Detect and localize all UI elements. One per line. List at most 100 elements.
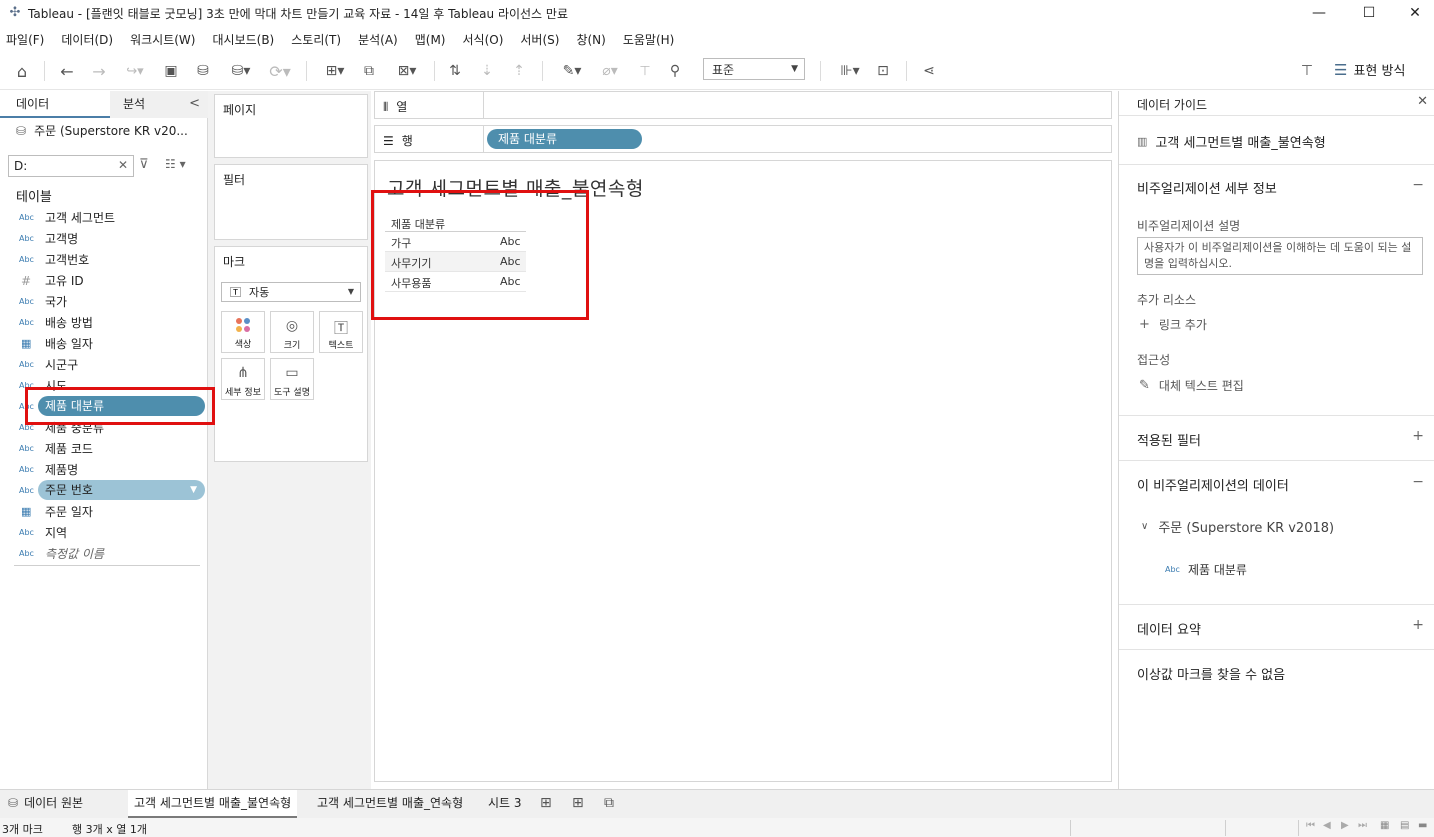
menu-map[interactable]: 맵(M) xyxy=(415,31,446,48)
new-story-icon[interactable]: ⧉ xyxy=(604,795,614,811)
show-cards-icon[interactable]: ⊪▾ xyxy=(832,60,868,82)
text-mark-button[interactable]: 🅃 텍스트 xyxy=(319,311,363,353)
pause-updates-icon[interactable]: ⛁▾ xyxy=(222,60,260,82)
size-mark-button[interactable]: ◎ 크기 xyxy=(270,311,314,353)
columns-shelf[interactable]: ⦀ 열 xyxy=(374,91,1112,119)
home-icon[interactable]: ⌂ xyxy=(10,60,34,82)
field-item[interactable]: Abc 제품명 xyxy=(0,459,208,480)
collapse-pane-icon[interactable]: < xyxy=(189,96,200,111)
data-summary-heading[interactable]: 데이터 요약 xyxy=(1137,619,1201,638)
tooltip-mark-button[interactable]: ▭ 도구 설명 xyxy=(270,358,314,400)
share-icon[interactable]: ⋖ xyxy=(918,60,940,82)
field-item[interactable]: Abc 국가 xyxy=(0,291,208,312)
duplicate-sheet-icon[interactable]: ⧉ xyxy=(358,60,380,82)
tab-analysis[interactable]: 분석 xyxy=(110,91,180,118)
menu-file[interactable]: 파일(F) xyxy=(6,31,44,48)
datasource-item[interactable]: ⛁ 주문 (Superstore KR v20... xyxy=(16,122,188,139)
field-item[interactable]: Abc 고객명 xyxy=(0,228,208,249)
description-textarea[interactable]: 사용자가 이 비주얼리제이션을 이해하는 데 도움이 되는 설명을 입력하십시오… xyxy=(1137,237,1423,275)
redo-icon[interactable]: → xyxy=(88,60,110,82)
view-options-icon[interactable]: ☷ ▾ xyxy=(165,157,186,171)
viz-data-heading[interactable]: 이 비주얼리제이션의 데이터 xyxy=(1137,475,1289,494)
filters-card[interactable]: 필터 xyxy=(214,164,368,240)
new-worksheet-icon[interactable]: ⊞ xyxy=(540,795,552,811)
field-item[interactable]: Abc 주문 번호 ▼ xyxy=(0,480,208,501)
highlight-icon[interactable]: ✎▾ xyxy=(556,60,588,82)
prev-sheet-icon[interactable]: ◀ xyxy=(1323,820,1331,831)
tab-data[interactable]: 데이터 xyxy=(0,91,110,118)
menu-analysis[interactable]: 분석(A) xyxy=(358,31,398,48)
last-sheet-icon[interactable]: ⏭ xyxy=(1358,820,1367,831)
first-sheet-icon[interactable]: ⏮ xyxy=(1306,820,1315,831)
filmstrip-icon[interactable]: ▤ xyxy=(1400,820,1409,831)
new-datasource-icon[interactable]: ⛁ xyxy=(192,60,214,82)
menu-story[interactable]: 스토리(T) xyxy=(291,31,341,48)
show-me-button[interactable]: ☰ 표현 방식 xyxy=(1334,60,1405,80)
menu-dashboard[interactable]: 대시보드(B) xyxy=(212,31,274,48)
menu-window[interactable]: 창(N) xyxy=(576,31,605,48)
rows-shelf[interactable]: ☰ 행 제품 대분류 xyxy=(374,125,1112,153)
clear-search-icon[interactable]: ✕ xyxy=(118,158,128,172)
color-mark-button[interactable]: 색상 xyxy=(221,311,265,353)
maximize-button[interactable]: ☐ xyxy=(1346,0,1392,26)
pages-card[interactable]: 페이지 xyxy=(214,94,368,158)
undo-icon[interactable]: ← xyxy=(56,60,78,82)
new-dashboard-icon[interactable]: ⊞ xyxy=(572,795,584,811)
viz-details-heading[interactable]: 비주얼리제이션 세부 정보 xyxy=(1137,178,1277,197)
field-item[interactable]: Abc 배송 방법 xyxy=(0,312,208,333)
selected-field-pill[interactable]: 주문 번호 ▼ xyxy=(38,480,205,500)
field-search-input[interactable]: D: xyxy=(8,155,134,177)
tabs-view-icon[interactable]: ▬ xyxy=(1418,820,1427,831)
collapse-icon[interactable]: − xyxy=(1412,474,1424,490)
menu-server[interactable]: 서버(S) xyxy=(520,31,559,48)
chevron-down-icon[interactable]: ▼ xyxy=(190,480,197,500)
refresh-icon[interactable]: ⟳▾ xyxy=(262,60,298,82)
tab-sheet-discrete[interactable]: 고객 세그먼트별 매출_불연속형 xyxy=(128,790,298,818)
sort-descending-icon[interactable]: ⇡ xyxy=(508,60,530,82)
rows-field-pill[interactable]: 제품 대분류 xyxy=(487,129,642,149)
presentation-mode-icon[interactable]: ⊡ xyxy=(872,60,894,82)
minimize-button[interactable]: — xyxy=(1296,0,1342,26)
menu-data[interactable]: 데이터(D) xyxy=(61,31,113,48)
close-icon[interactable]: ✕ xyxy=(1417,94,1428,109)
fit-dropdown[interactable]: 표준 ▼ xyxy=(703,58,805,80)
field-item[interactable]: ▦ 배송 일자 xyxy=(0,333,208,354)
field-item[interactable]: Abc 고객번호 xyxy=(0,249,208,270)
add-link-button[interactable]: + 링크 추가 xyxy=(1139,316,1207,333)
sort-ascending-icon[interactable]: ⇣ xyxy=(476,60,498,82)
menu-worksheet[interactable]: 워크시트(W) xyxy=(130,31,195,48)
tab-sheet-3[interactable]: 시트 3 xyxy=(482,790,528,818)
field-item[interactable]: Abc 시군구 xyxy=(0,354,208,375)
guide-datasource[interactable]: ∨ 주문 (Superstore KR v2018) xyxy=(1141,517,1334,536)
menu-help[interactable]: 도움말(H) xyxy=(623,31,675,48)
new-worksheet-icon[interactable]: ⊞▾ xyxy=(316,60,354,82)
expand-icon[interactable]: + xyxy=(1412,428,1424,444)
mark-type-dropdown[interactable]: 🅃 자동 ▼ xyxy=(221,282,361,302)
collapse-icon[interactable]: − xyxy=(1412,177,1424,193)
swap-rows-columns-icon[interactable]: ⇅ xyxy=(444,60,466,82)
save-icon[interactable]: ▣ xyxy=(160,60,182,82)
show-labels-icon[interactable]: ⊤ xyxy=(634,60,656,82)
field-item[interactable]: Abc 고객 세그먼트 xyxy=(0,207,208,228)
next-sheet-icon[interactable]: ▶ xyxy=(1341,820,1349,831)
field-item[interactable]: Abc 측정값 이름 xyxy=(0,543,208,564)
guide-field[interactable]: Abc 제품 대분류 xyxy=(1165,561,1247,578)
tab-sheet-continuous[interactable]: 고객 세그먼트별 매출_연속형 xyxy=(311,790,469,818)
tab-data-source[interactable]: ⛁ 데이터 원본 xyxy=(2,790,89,818)
group-members-icon[interactable]: ⌀▾ xyxy=(594,60,626,82)
fix-axes-icon[interactable]: ⚲ xyxy=(664,60,686,82)
field-item[interactable]: # 고유 ID xyxy=(0,270,208,291)
detail-mark-button[interactable]: ⋔ 세부 정보 xyxy=(221,358,265,400)
applied-filters-heading[interactable]: 적용된 필터 xyxy=(1137,430,1201,449)
field-item[interactable]: ▦ 주문 일자 xyxy=(0,501,208,522)
expand-icon[interactable]: + xyxy=(1412,617,1424,633)
clear-sheet-icon[interactable]: ⊠▾ xyxy=(388,60,426,82)
replay-icon[interactable]: ↪▾ xyxy=(118,60,152,82)
field-item[interactable]: Abc 제품 코드 xyxy=(0,438,208,459)
menu-format[interactable]: 서식(O) xyxy=(463,31,504,48)
field-item[interactable]: Abc 지역 xyxy=(0,522,208,543)
format-painter-icon[interactable]: ⊤ xyxy=(1296,60,1318,82)
edit-alt-text-button[interactable]: ✎ 대체 텍스트 편집 xyxy=(1139,377,1244,394)
filter-icon[interactable]: ⊽ xyxy=(139,157,149,172)
close-button[interactable]: ✕ xyxy=(1392,0,1434,26)
